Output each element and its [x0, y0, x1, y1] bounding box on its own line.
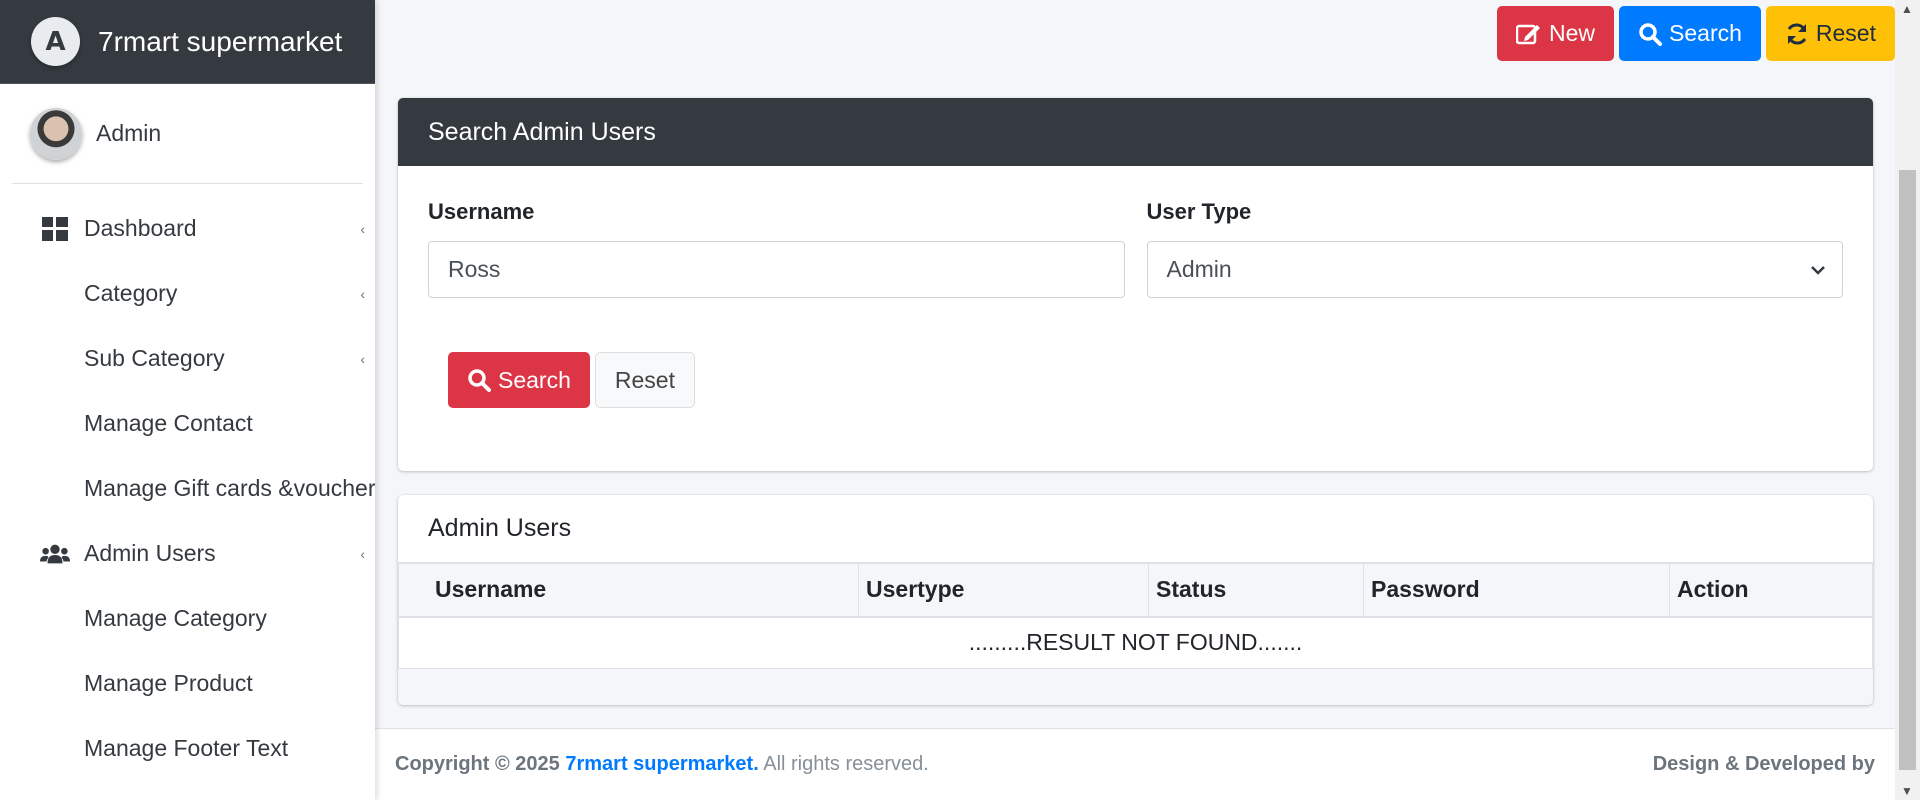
admin-users-table: Username Usertype Status Password Action… — [398, 563, 1873, 669]
sidebar-item-label: Manage Category — [84, 605, 267, 631]
chevron-left-icon: ‹ — [360, 220, 365, 237]
sidebar-item-dashboard[interactable]: Dashboard ‹ — [0, 196, 375, 261]
usertype-group: User Type Admin — [1146, 199, 1843, 298]
table-header-row: Username Usertype Status Password Action — [398, 563, 1873, 618]
results-card: Admin Users Username Usertype Status Pas… — [398, 495, 1873, 705]
search-form: Username Ross User Type Admin — [398, 199, 1873, 298]
toolbar: New Search Reset — [1497, 6, 1895, 61]
dashboard-icon — [40, 214, 70, 244]
form-search-button[interactable]: Search — [448, 352, 590, 408]
sidebar-item-admin-users[interactable]: Admin Users ‹ — [0, 521, 375, 586]
search-card: Search Admin Users Username Ross User Ty… — [398, 98, 1873, 471]
brand-logo: A — [31, 17, 80, 66]
sidebar-item-label: Category — [84, 280, 178, 306]
avatar — [30, 107, 82, 160]
column-header-username[interactable]: Username — [398, 563, 859, 618]
edit-icon — [1516, 24, 1541, 44]
sidebar-item-label: Manage Contact — [84, 410, 253, 436]
table-footer — [398, 669, 1873, 705]
brand-name: 7rmart supermarket — [98, 25, 343, 57]
column-header-password[interactable]: Password — [1363, 563, 1670, 618]
vertical-scrollbar[interactable]: ▲ ▼ — [1895, 0, 1920, 800]
sidebar-item-gift-cards[interactable]: Manage Gift cards &voucher — [0, 456, 375, 521]
scroll-up-icon[interactable]: ▲ — [1901, 2, 1913, 16]
sidebar-nav: Dashboard ‹ Category ‹ Sub Category ‹ Ma… — [0, 184, 375, 781]
sidebar-item-label: Manage Footer Text — [84, 735, 289, 761]
scroll-down-icon[interactable]: ▼ — [1901, 784, 1913, 798]
page-footer: Copyright © 2025 7rmart supermarket. All… — [375, 728, 1895, 800]
users-icon — [40, 539, 70, 569]
column-header-status[interactable]: Status — [1148, 563, 1364, 618]
footer-brand-link[interactable]: 7rmart supermarket. — [565, 753, 758, 775]
footer-credits: Design & Developed by — [1652, 753, 1875, 775]
sidebar-item-label: Manage Gift cards &voucher — [84, 475, 375, 501]
chevron-down-icon — [1811, 265, 1825, 275]
form-reset-button[interactable]: Reset — [594, 352, 695, 408]
results-card-title: Admin Users — [398, 495, 1873, 563]
brand-link[interactable]: A 7rmart supermarket — [0, 0, 375, 84]
sidebar-item-category[interactable]: Category ‹ — [0, 261, 375, 326]
main-content: New Search Reset Search Admin Users User… — [375, 0, 1895, 800]
sidebar-item-manage-contact[interactable]: Manage Contact — [0, 391, 375, 456]
new-button[interactable]: New — [1497, 6, 1615, 61]
search-button[interactable]: Search — [1619, 6, 1761, 61]
sidebar-item-manage-category[interactable]: Manage Category — [0, 586, 375, 651]
empty-result-message: .........RESULT NOT FOUND....... — [398, 616, 1873, 669]
search-icon — [468, 369, 491, 392]
sidebar-item-sub-category[interactable]: Sub Category ‹ — [0, 326, 375, 391]
sidebar-item-label: Manage Product — [84, 670, 253, 696]
username-input[interactable]: Ross — [428, 241, 1125, 298]
search-icon — [1639, 22, 1663, 46]
sidebar-item-manage-footer-text[interactable]: Manage Footer Text — [0, 716, 375, 781]
chevron-left-icon: ‹ — [360, 285, 365, 302]
usertype-label: User Type — [1146, 199, 1252, 224]
usertype-select[interactable]: Admin — [1146, 241, 1843, 298]
sidebar: A 7rmart supermarket Admin Dashboard ‹ C… — [0, 0, 375, 800]
username-label: Username — [428, 199, 535, 224]
scrollbar-thumb[interactable] — [1899, 170, 1916, 770]
user-panel[interactable]: Admin — [12, 84, 363, 184]
sidebar-item-label: Admin Users — [84, 540, 216, 566]
sidebar-item-manage-product[interactable]: Manage Product — [0, 651, 375, 716]
search-form-actions: Search Reset — [448, 352, 1873, 408]
footer-copyright: Copyright © 2025 7rmart supermarket. All… — [395, 753, 929, 775]
refresh-icon — [1787, 23, 1807, 44]
table-row: .........RESULT NOT FOUND....... — [398, 616, 1873, 669]
sidebar-item-label: Sub Category — [84, 345, 225, 371]
user-name[interactable]: Admin — [96, 120, 161, 147]
column-header-action[interactable]: Action — [1669, 563, 1873, 618]
chevron-left-icon: ‹ — [360, 545, 365, 562]
search-card-title: Search Admin Users — [398, 98, 1873, 166]
username-group: Username Ross — [428, 199, 1125, 298]
reset-button[interactable]: Reset — [1765, 6, 1895, 61]
chevron-left-icon: ‹ — [360, 350, 365, 367]
sidebar-item-label: Dashboard — [84, 215, 197, 241]
column-header-usertype[interactable]: Usertype — [858, 563, 1149, 618]
